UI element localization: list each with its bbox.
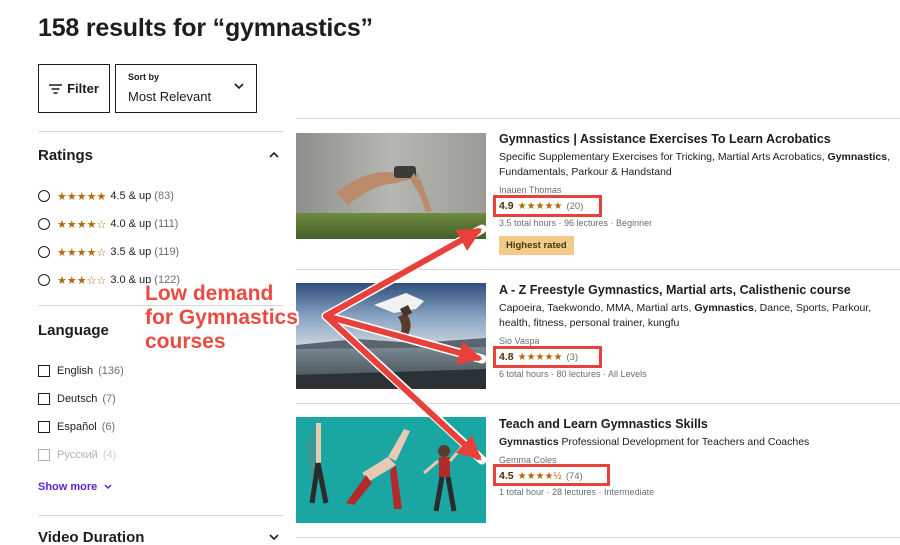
radio-button[interactable] (38, 190, 50, 202)
chevron-down-icon (104, 484, 112, 490)
filter-button[interactable]: Filter (38, 64, 110, 113)
radio-button[interactable] (38, 274, 50, 286)
language-option-russian[interactable]: Русский (4) (38, 447, 116, 463)
language-label: Deutsch (57, 393, 98, 405)
chevron-down-icon (234, 83, 244, 90)
rating-highlight-box (493, 464, 610, 486)
rating-option-count: (83) (154, 190, 174, 202)
ratings-heading: Ratings (38, 147, 94, 164)
rating-option-label: 3.5 & up (110, 246, 152, 258)
course-description-keyword: Gymnastics (694, 302, 754, 314)
course-description: Gymnastics Professional Development for … (499, 435, 900, 451)
rating-option-4-0[interactable]: ★★★★☆ 4.0 & up (111) (38, 216, 178, 232)
checkbox[interactable] (38, 449, 50, 461)
divider (38, 515, 283, 516)
course-author: Sio Vaspa (499, 336, 540, 346)
checkbox[interactable] (38, 393, 50, 405)
language-label: Русский (57, 449, 98, 461)
rating-option-count: (119) (154, 246, 180, 258)
checkbox[interactable] (38, 365, 50, 377)
language-option-espanol[interactable]: Español (6) (38, 419, 115, 435)
page-title: 158 results for “gymnastics” (38, 14, 373, 42)
course-description: Specific Supplementary Exercises for Tri… (499, 150, 900, 181)
course-thumbnail-image[interactable] (296, 417, 486, 523)
filter-label: Filter (67, 81, 99, 96)
sort-dropdown[interactable]: Sort by Most Relevant (115, 64, 257, 113)
course-title[interactable]: A - Z Freestyle Gymnastics, Martial arts… (499, 283, 851, 297)
star-rating-icon: ★★★★☆ (57, 246, 107, 259)
language-count: (7) (102, 393, 116, 405)
rating-highlight-box (493, 195, 602, 217)
language-count: (4) (102, 449, 117, 461)
annotation-line: for Gymnastics (145, 306, 298, 329)
star-rating-icon: ★★★☆☆ (57, 274, 107, 287)
course-meta: 6 total hours · 80 lectures · All Levels (499, 369, 647, 379)
show-more-label: Show more (38, 481, 98, 493)
language-option-english[interactable]: English (136) (38, 363, 124, 379)
divider (38, 131, 283, 132)
divider (296, 537, 900, 538)
language-label: Español (57, 421, 97, 433)
course-meta: 3.5 total hours · 96 lectures · Beginner (499, 218, 653, 228)
course-thumbnail-image[interactable] (296, 283, 486, 389)
language-count: (136) (98, 365, 124, 377)
rating-option-label: 4.5 & up (110, 190, 152, 202)
annotation-callout: Low demand for Gymnastics courses (145, 282, 298, 354)
course-description-keyword: Gymnastics (827, 151, 888, 163)
course-description: Capoeira, Taekwondo, MMA, Martial arts, … (499, 301, 900, 332)
divider (296, 118, 900, 119)
filter-icon (49, 83, 63, 94)
course-author: Inauen Thomas (499, 185, 562, 195)
course-title[interactable]: Teach and Learn Gymnastics Skills (499, 417, 708, 431)
divider (296, 269, 900, 270)
annotation-line: courses (145, 330, 226, 353)
annotation-line: Low demand (145, 282, 274, 305)
show-more-link[interactable]: Show more (38, 481, 112, 493)
star-rating-icon: ★★★★☆ (57, 218, 107, 231)
course-description-text: Capoeira, Taekwondo, MMA, Martial arts, (499, 302, 695, 314)
rating-option-label: 4.0 & up (110, 218, 152, 230)
chevron-up-icon[interactable] (268, 150, 280, 160)
highest-rated-badge: Highest rated (499, 236, 574, 255)
checkbox[interactable] (38, 421, 50, 433)
course-description-text: Professional Development for Teachers an… (558, 436, 810, 448)
language-option-deutsch[interactable]: Deutsch (7) (38, 391, 116, 407)
video-duration-heading: Video Duration (38, 529, 145, 545)
course-meta: 1 total hour · 28 lectures · Intermediat… (499, 487, 655, 497)
rating-option-3-5[interactable]: ★★★★☆ 3.5 & up (119) (38, 244, 179, 260)
course-description-text: Specific Supplementary Exercises for Tri… (499, 151, 828, 163)
rating-highlight-box (493, 346, 602, 368)
course-thumbnail-image[interactable] (296, 133, 486, 239)
course-title[interactable]: Gymnastics | Assistance Exercises To Lea… (499, 132, 831, 146)
language-label: English (57, 365, 94, 377)
language-heading: Language (38, 322, 109, 339)
sort-label: Sort by (128, 72, 160, 82)
divider (296, 403, 900, 404)
sort-value: Most Relevant (128, 89, 212, 104)
chevron-down-icon[interactable] (268, 532, 280, 542)
rating-option-4-5[interactable]: ★★★★★ 4.5 & up (83) (38, 188, 174, 204)
course-description-keyword: Gymnastics (499, 436, 559, 448)
radio-button[interactable] (38, 246, 50, 258)
rating-option-count: (111) (154, 218, 179, 230)
language-count: (6) (101, 421, 116, 433)
star-rating-icon: ★★★★★ (57, 190, 107, 203)
radio-button[interactable] (38, 218, 50, 230)
